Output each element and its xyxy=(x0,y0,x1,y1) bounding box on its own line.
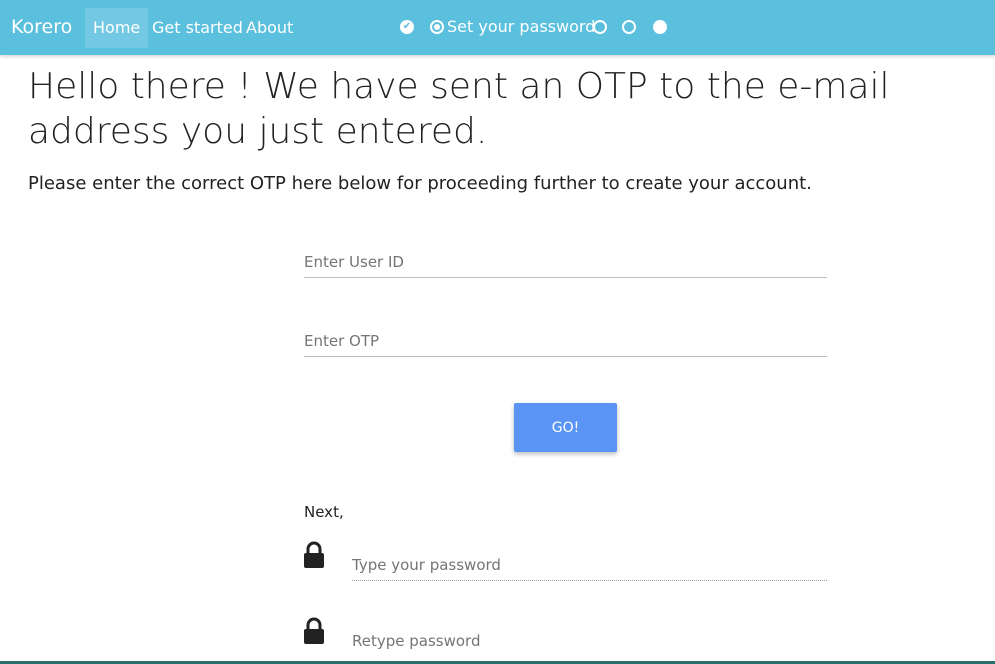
step-1-check-icon: ✔ xyxy=(400,20,414,34)
page-subline: Please enter the correct OTP here below … xyxy=(28,173,812,194)
top-navbar: Korero Home Get started About ✔ Set your… xyxy=(0,0,995,55)
step-5-filled-icon xyxy=(653,20,667,34)
go-button[interactable]: GO! xyxy=(514,403,617,452)
lock-icon xyxy=(304,617,324,644)
user-id-input[interactable] xyxy=(304,246,827,278)
retype-password-input[interactable] xyxy=(352,625,827,657)
brand-logo[interactable]: Korero xyxy=(11,15,72,39)
nav-home-link[interactable]: Home xyxy=(85,8,149,48)
step-3-empty-icon xyxy=(593,20,607,34)
step-4-empty-icon xyxy=(622,20,636,34)
next-label: Next, xyxy=(304,503,344,521)
step-2-current-icon xyxy=(430,20,444,34)
page-headline: Hello there ! We have sent an OTP to the… xyxy=(28,66,890,152)
password-input[interactable] xyxy=(352,549,827,581)
nav-about-link[interactable]: About xyxy=(238,8,301,48)
otp-input[interactable] xyxy=(304,325,827,357)
step-current-label: Set your password xyxy=(447,17,596,36)
lock-icon xyxy=(304,541,324,568)
nav-get-started-link[interactable]: Get started xyxy=(144,8,251,48)
